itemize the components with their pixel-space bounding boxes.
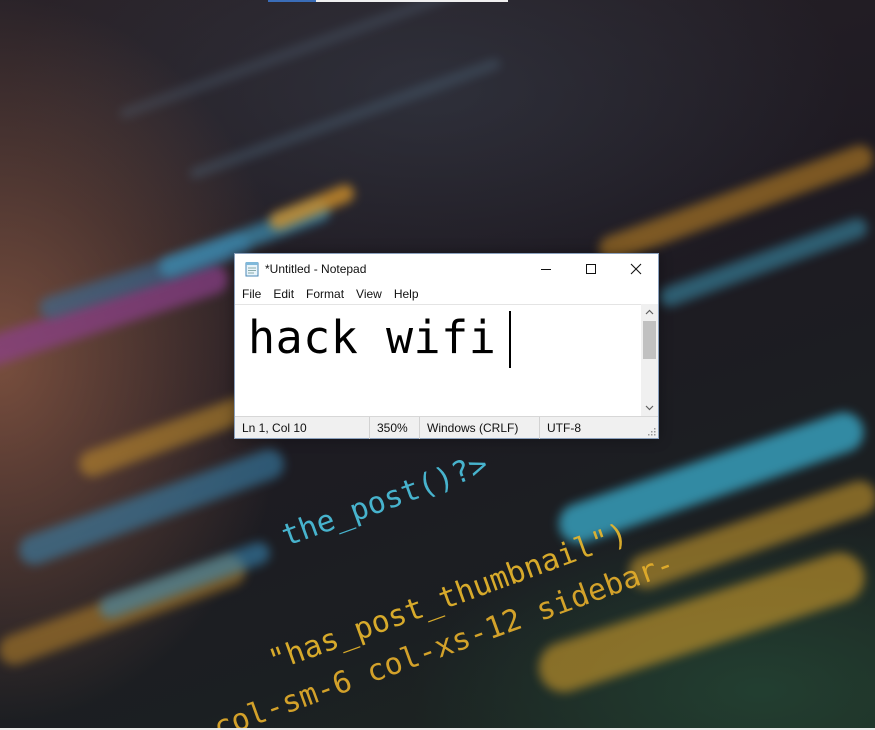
- minimize-icon: [540, 268, 551, 270]
- chevron-up-icon: [645, 309, 654, 315]
- status-zoom: 350%: [369, 416, 419, 439]
- maximize-button[interactable]: [568, 254, 613, 283]
- scroll-up-arrow[interactable]: [641, 304, 658, 320]
- maximize-icon: [585, 263, 596, 274]
- scroll-thumb[interactable]: [643, 321, 656, 359]
- window-title: *Untitled - Notepad: [265, 261, 367, 276]
- menu-edit[interactable]: Edit: [267, 287, 300, 301]
- resize-grip-icon[interactable]: [647, 427, 656, 436]
- menu-view[interactable]: View: [350, 287, 388, 301]
- status-encoding: UTF-8: [539, 416, 649, 439]
- wallpaper-code-line: the_post()?>: [277, 446, 493, 554]
- title-bar[interactable]: *Untitled - Notepad: [235, 254, 658, 283]
- chevron-down-icon: [645, 405, 654, 411]
- status-position: Ln 1, Col 10: [242, 420, 307, 435]
- minimize-button[interactable]: [523, 254, 568, 283]
- top-edge-accent: [268, 0, 316, 2]
- menu-help[interactable]: Help: [388, 287, 425, 301]
- close-icon: [630, 263, 641, 274]
- wallpaper-streak: [96, 539, 273, 622]
- text-caret: [509, 311, 511, 368]
- scroll-down-arrow[interactable]: [641, 400, 658, 416]
- editor-content[interactable]: hack wifi: [248, 308, 496, 368]
- menu-bar: File Edit Format View Help: [235, 283, 658, 305]
- notepad-window: *Untitled - Notepad File Edit Format Vie…: [234, 253, 659, 439]
- text-editor-area[interactable]: hack wifi: [235, 304, 642, 416]
- menu-format[interactable]: Format: [300, 287, 350, 301]
- vertical-scrollbar[interactable]: [641, 304, 658, 416]
- notepad-icon[interactable]: [244, 261, 260, 277]
- status-bar: Ln 1, Col 10 350% Windows (CRLF) UTF-8: [235, 416, 658, 439]
- wallpaper-streak: [118, 0, 526, 120]
- close-button[interactable]: [613, 254, 658, 283]
- status-line-ending: Windows (CRLF): [419, 416, 539, 439]
- menu-file[interactable]: File: [236, 287, 267, 301]
